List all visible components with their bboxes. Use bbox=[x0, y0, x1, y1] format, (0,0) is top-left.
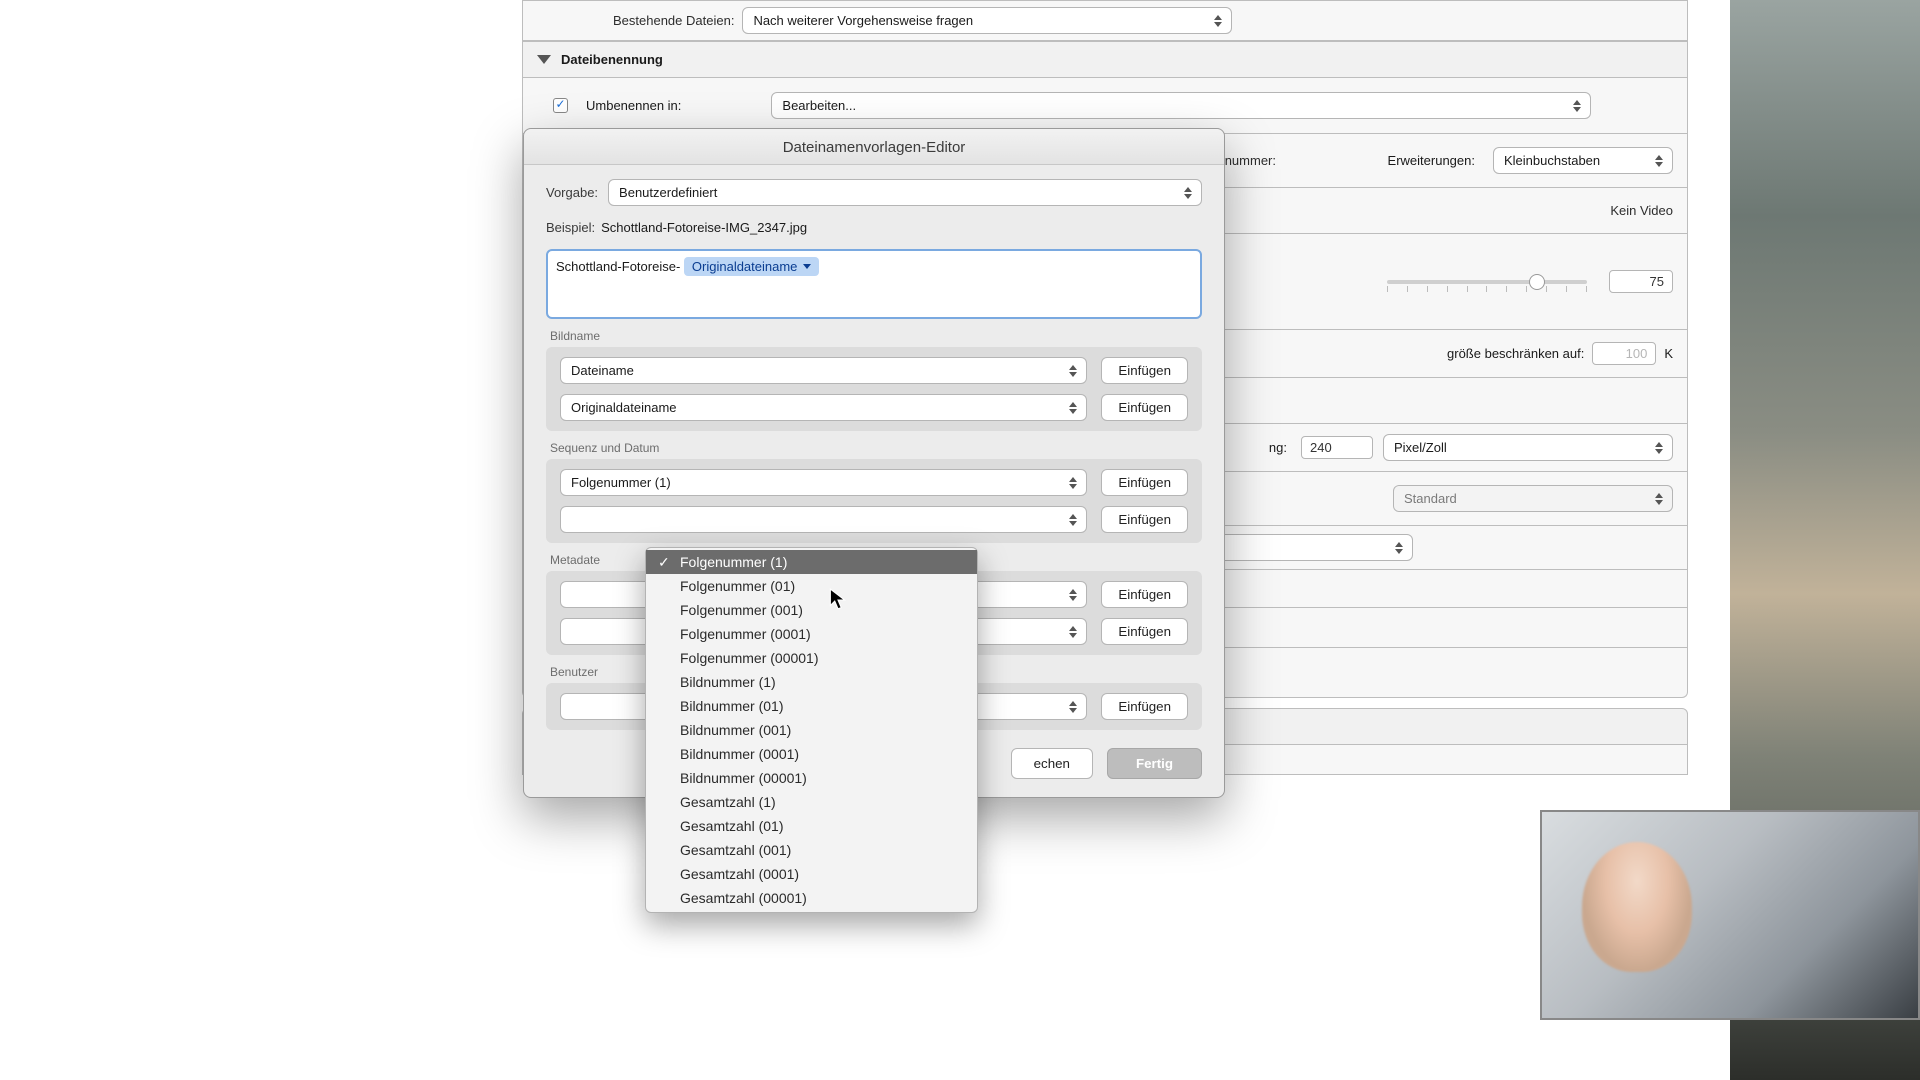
bildname-select-0-value: Dateiname bbox=[571, 363, 634, 378]
preset-label: Vorgabe: bbox=[546, 185, 598, 200]
limit-label: größe beschränken auf: bbox=[1447, 346, 1584, 361]
rename-label: Umbenennen in: bbox=[586, 98, 681, 113]
done-button[interactable]: Fertig bbox=[1107, 748, 1202, 779]
dropdown-item[interactable]: Folgenummer (0001) bbox=[646, 622, 977, 646]
sequenz-insert-0[interactable]: Einfügen bbox=[1101, 469, 1188, 496]
section-file-naming[interactable]: Dateibenennung bbox=[522, 41, 1688, 78]
sequenz-select-0[interactable]: Folgenummer (1) bbox=[560, 469, 1087, 496]
sharpen-value: Standard bbox=[1404, 491, 1457, 506]
dropdown-item[interactable]: Folgenummer (01) bbox=[646, 574, 977, 598]
updown-icon bbox=[1652, 440, 1666, 456]
updown-icon bbox=[1066, 363, 1080, 379]
limit-unit: K bbox=[1664, 346, 1673, 361]
updown-icon bbox=[1066, 699, 1080, 715]
cursor-icon bbox=[829, 588, 847, 612]
dropdown-item[interactable]: Folgenummer (1) bbox=[646, 550, 977, 574]
extensions-value: Kleinbuchstaben bbox=[1504, 153, 1600, 168]
metadaten-insert-1[interactable]: Einfügen bbox=[1101, 618, 1188, 645]
existing-files-select[interactable]: Nach weiterer Vorgehensweise fragen bbox=[742, 7, 1232, 34]
webcam-overlay bbox=[1540, 810, 1920, 1020]
preset-row: Vorgabe: Benutzerdefiniert bbox=[546, 179, 1202, 206]
cancel-label-tail: echen bbox=[1034, 756, 1070, 771]
editor-title: Dateinamenvorlagen-Editor bbox=[524, 129, 1224, 165]
dropdown-item[interactable]: Bildnummer (1) bbox=[646, 670, 977, 694]
updown-icon bbox=[1066, 624, 1080, 640]
example-label: Beispiel: bbox=[546, 220, 595, 235]
token-original-filename[interactable]: Originaldateiname bbox=[684, 257, 820, 276]
updown-icon bbox=[1181, 185, 1195, 201]
bildname-select-1-value: Originaldateiname bbox=[571, 400, 677, 415]
sequenz-insert-1[interactable]: Einfügen bbox=[1101, 506, 1188, 533]
template-text: Schottland-Fotoreise- bbox=[556, 259, 680, 274]
dropdown-item[interactable]: Folgenummer (00001) bbox=[646, 646, 977, 670]
benutzer-insert-0[interactable]: Einfügen bbox=[1101, 693, 1188, 720]
updown-icon bbox=[1066, 512, 1080, 528]
dropdown-item[interactable]: Bildnummer (0001) bbox=[646, 742, 977, 766]
preset-value: Benutzerdefiniert bbox=[619, 185, 717, 200]
dropdown-item[interactable]: Gesamtzahl (1) bbox=[646, 790, 977, 814]
no-video-label: Kein Video bbox=[1610, 203, 1673, 218]
updown-icon bbox=[1570, 98, 1584, 114]
rename-checkbox[interactable] bbox=[553, 98, 568, 113]
sequenz-select-1[interactable] bbox=[560, 506, 1087, 533]
quality-slider[interactable] bbox=[1387, 280, 1587, 284]
rename-pane: Umbenennen in: Bearbeiten... bbox=[522, 78, 1688, 134]
group-bildname: Dateiname Einfügen Originaldateiname Ein… bbox=[546, 347, 1202, 431]
existing-files-row: Bestehende Dateien: Nach weiterer Vorgeh… bbox=[522, 0, 1688, 41]
example-value: Schottland-Fotoreise-IMG_2347.jpg bbox=[601, 220, 807, 235]
slider-ticks bbox=[1387, 286, 1587, 292]
resolution-unit-value: Pixel/Zoll bbox=[1394, 440, 1447, 455]
dropdown-item[interactable]: Gesamtzahl (001) bbox=[646, 838, 977, 862]
updown-icon bbox=[1652, 153, 1666, 169]
bildname-insert-1[interactable]: Einfügen bbox=[1101, 394, 1188, 421]
existing-files-value: Nach weiterer Vorgehensweise fragen bbox=[753, 13, 973, 28]
template-input[interactable]: Schottland-Fotoreise- Originaldateiname bbox=[546, 249, 1202, 319]
bildname-select-0[interactable]: Dateiname bbox=[560, 357, 1087, 384]
preset-select[interactable]: Benutzerdefiniert bbox=[608, 179, 1202, 206]
rename-template-select[interactable]: Bearbeiten... bbox=[771, 92, 1591, 119]
updown-icon bbox=[1652, 491, 1666, 507]
bildname-select-1[interactable]: Originaldateiname bbox=[560, 394, 1087, 421]
group-bildname-label: Bildname bbox=[550, 329, 1198, 343]
resolution-unit-select[interactable]: Pixel/Zoll bbox=[1383, 434, 1673, 461]
sequenz-select-1-value bbox=[571, 512, 575, 527]
extensions-select[interactable]: Kleinbuchstaben bbox=[1493, 147, 1673, 174]
dropdown-item[interactable]: Bildnummer (001) bbox=[646, 718, 977, 742]
chevron-down-icon bbox=[537, 55, 551, 64]
bildname-insert-0[interactable]: Einfügen bbox=[1101, 357, 1188, 384]
updown-icon bbox=[1066, 400, 1080, 416]
rename-template-value: Bearbeiten... bbox=[782, 98, 856, 113]
sequence-dropdown[interactable]: Folgenummer (1)Folgenummer (01)Folgenumm… bbox=[645, 547, 978, 913]
quality-input[interactable]: 75 bbox=[1609, 270, 1673, 293]
metadaten-insert-0[interactable]: Einfügen bbox=[1101, 581, 1188, 608]
resolution-input[interactable]: 240 bbox=[1301, 436, 1373, 459]
dropdown-item[interactable]: Gesamtzahl (0001) bbox=[646, 862, 977, 886]
updown-icon bbox=[1066, 475, 1080, 491]
example-row: Beispiel: Schottland-Fotoreise-IMG_2347.… bbox=[546, 220, 1202, 235]
dropdown-item[interactable]: Folgenummer (001) bbox=[646, 598, 977, 622]
chevron-down-icon bbox=[803, 264, 811, 269]
sharpen-select[interactable]: Standard bbox=[1393, 485, 1673, 512]
limit-input[interactable]: 100 bbox=[1592, 342, 1656, 365]
dropdown-item[interactable]: Gesamtzahl (01) bbox=[646, 814, 977, 838]
dropdown-item[interactable]: Gesamtzahl (00001) bbox=[646, 886, 977, 910]
extensions-label: Erweiterungen: bbox=[1388, 153, 1475, 168]
updown-icon bbox=[1066, 587, 1080, 603]
cancel-button[interactable]: echen bbox=[1011, 748, 1093, 779]
updown-icon bbox=[1211, 13, 1225, 29]
section-title: Dateibenennung bbox=[561, 52, 663, 67]
sequenz-select-0-value: Folgenummer (1) bbox=[571, 475, 671, 490]
token-label: Originaldateiname bbox=[692, 259, 798, 274]
group-sequenz: Folgenummer (1) Einfügen Einfügen bbox=[546, 459, 1202, 543]
updown-icon bbox=[1392, 540, 1406, 556]
group-sequenz-label: Sequenz und Datum bbox=[550, 441, 1198, 455]
res-label: ng: bbox=[1269, 440, 1287, 455]
slider-thumb[interactable] bbox=[1529, 274, 1545, 290]
existing-files-label: Bestehende Dateien: bbox=[613, 13, 734, 28]
dropdown-item[interactable]: Bildnummer (00001) bbox=[646, 766, 977, 790]
dropdown-item[interactable]: Bildnummer (01) bbox=[646, 694, 977, 718]
